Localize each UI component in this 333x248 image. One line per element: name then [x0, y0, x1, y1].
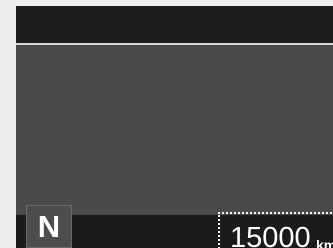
odometer-unit: km — [316, 237, 333, 248]
gear-position: N — [37, 209, 61, 244]
top-display-strip — [16, 6, 333, 44]
gear-indicator: N — [26, 205, 72, 248]
cluster-stage: N 15000 km — [0, 0, 333, 248]
odometer-box: 15000 km — [218, 212, 333, 248]
main-display-area — [16, 45, 333, 215]
instrument-display: N 15000 km — [16, 6, 333, 248]
odometer-value: 15000 — [230, 222, 311, 248]
